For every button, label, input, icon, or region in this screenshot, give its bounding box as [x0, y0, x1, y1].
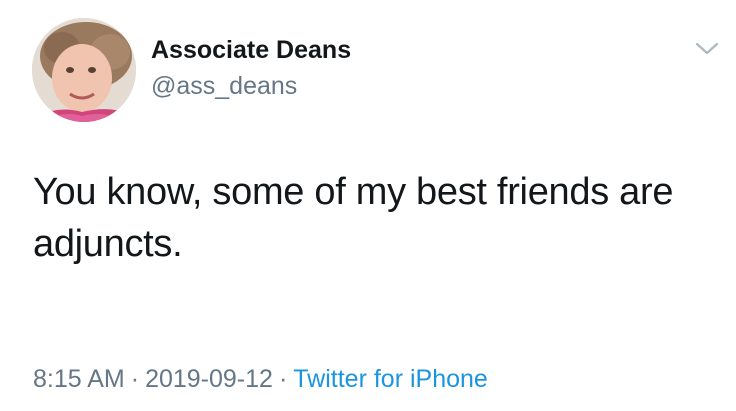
avatar[interactable] [32, 18, 136, 122]
tweet-card: Associate Deans @ass_deans You know, som… [0, 0, 736, 411]
display-name[interactable]: Associate Deans [151, 36, 351, 65]
tweet-metadata: 8:15 AM · 2019-09-12 · Twitter for iPhone [33, 365, 488, 394]
avatar-image [32, 18, 136, 122]
tweet-source-link[interactable]: Twitter for iPhone [293, 365, 488, 393]
separator: · [278, 365, 288, 393]
tweet-text: You know, some of my best friends are ad… [33, 171, 674, 265]
user-handle[interactable]: @ass_deans [151, 72, 297, 101]
chevron-down-icon[interactable] [694, 40, 720, 58]
tweet-date[interactable]: 2019-09-12 [145, 365, 273, 393]
tweet-time[interactable]: 8:15 AM [33, 365, 125, 393]
separator: · [130, 365, 140, 393]
